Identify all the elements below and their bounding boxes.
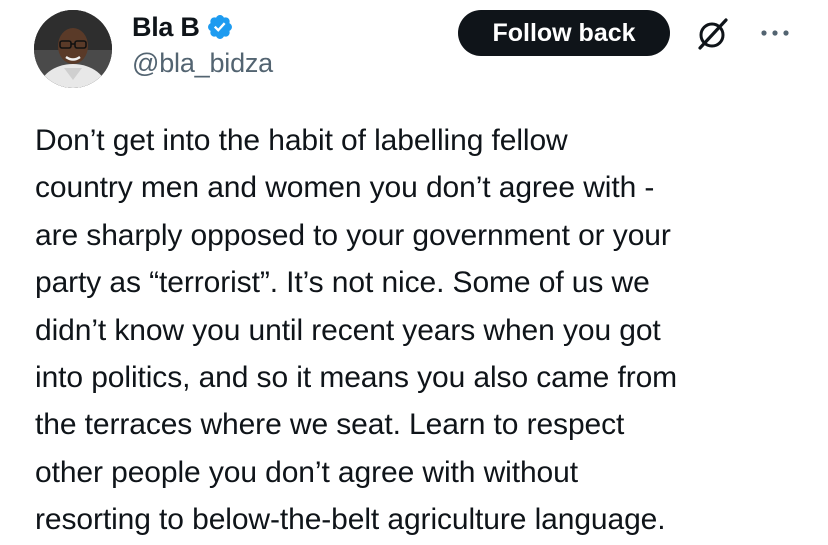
tweet-text: Don’t get into the habit of labelling fe… — [35, 124, 678, 537]
follow-back-button[interactable]: Follow back — [458, 10, 670, 56]
verified-badge-icon — [206, 13, 234, 41]
grok-icon[interactable] — [694, 15, 732, 53]
more-options-icon[interactable] — [758, 22, 792, 44]
tweet-header: Bla B @bla_bidza Follow back — [0, 0, 828, 100]
avatar[interactable] — [34, 10, 112, 88]
author-name-row: Bla B — [132, 10, 234, 44]
display-name[interactable]: Bla B — [132, 12, 200, 43]
author-handle[interactable]: @bla_bidza — [132, 48, 273, 79]
